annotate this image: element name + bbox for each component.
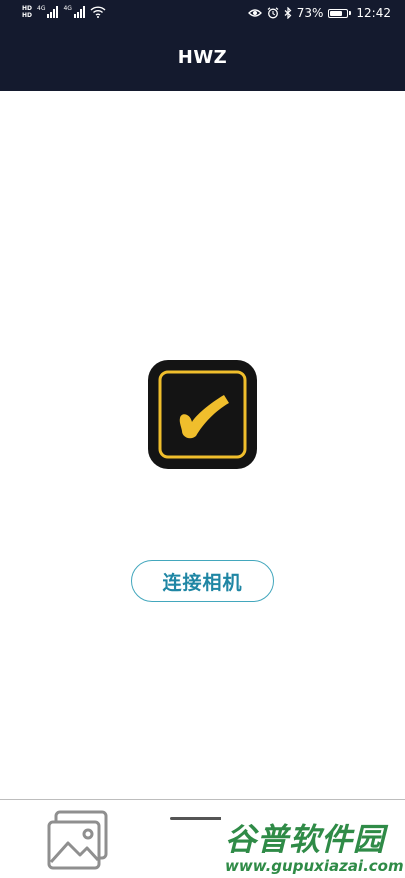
- connect-camera-button[interactable]: 连接相机: [131, 560, 274, 602]
- bluetooth-icon: [284, 7, 292, 19]
- top-bar: HD HD 4G 4G 73% 12:42 HWZ: [0, 0, 405, 91]
- status-time: 12:42: [356, 6, 391, 20]
- watermark-url: www.gupuxiazai.com: [225, 857, 404, 875]
- battery-fill: [330, 10, 343, 16]
- app-logo: [148, 360, 257, 469]
- screen: HD HD 4G 4G 73% 12:42 HWZ 连接相机 谷普软件园 www…: [0, 0, 405, 878]
- wifi-icon: [90, 6, 106, 18]
- status-right: 73% 12:42: [247, 6, 391, 20]
- status-left: HD HD 4G 4G: [22, 5, 106, 19]
- battery-percent: 73%: [296, 6, 324, 20]
- network-label-2: 4G: [63, 5, 72, 12]
- gallery-icon[interactable]: [46, 810, 110, 870]
- hd-indicator: HD HD: [22, 5, 32, 19]
- page-title: HWZ: [177, 47, 228, 68]
- bottom-divider: [0, 799, 405, 800]
- checkmark-icon: [158, 370, 247, 459]
- hd-label-2: HD: [22, 12, 33, 19]
- signal-2-icon: 4G: [63, 5, 85, 18]
- status-bar: HD HD 4G 4G 73% 12:42: [0, 0, 405, 30]
- hd-label-1: HD: [22, 5, 33, 12]
- battery-icon: [328, 8, 352, 18]
- signal-1-icon: 4G: [37, 5, 59, 18]
- watermark: 谷普软件园 www.gupuxiazai.com: [221, 812, 405, 878]
- network-label-1: 4G: [37, 5, 46, 12]
- alarm-icon: [267, 7, 279, 19]
- watermark-title: 谷普软件园: [225, 822, 385, 858]
- eye-icon: [247, 9, 262, 17]
